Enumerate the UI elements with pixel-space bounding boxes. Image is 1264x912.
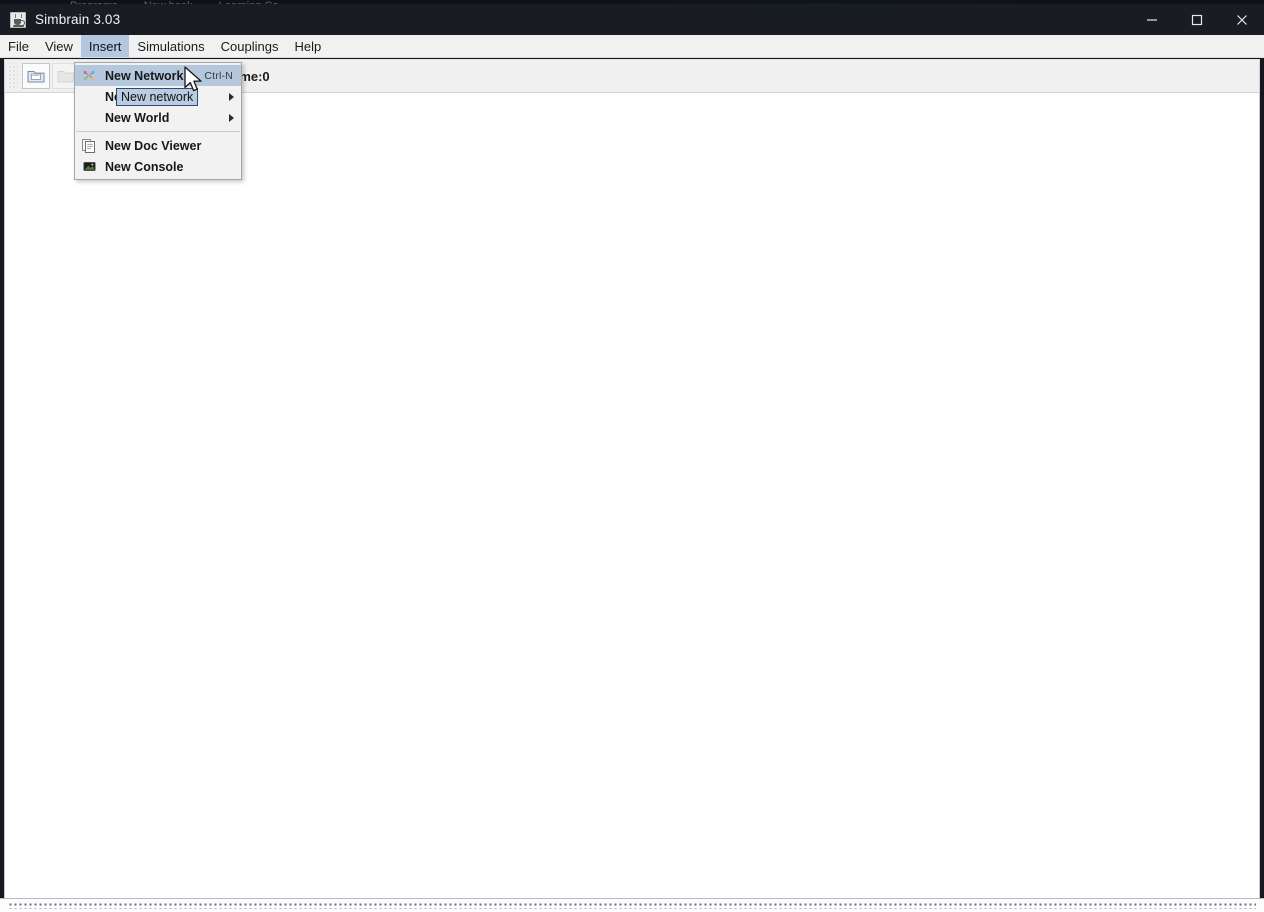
strip-texture	[8, 902, 1256, 909]
simbrain-window: Simbrain 3.03 File View Insert Simulatio…	[0, 4, 1264, 908]
java-coffee-cup-icon	[10, 11, 26, 28]
chevron-right-icon	[229, 92, 234, 101]
open-workspace-button[interactable]	[22, 63, 50, 89]
menu-file[interactable]: File	[0, 35, 37, 57]
menu-item-label: New Console	[105, 159, 184, 174]
document-icon	[81, 138, 97, 154]
blank-icon	[81, 89, 97, 105]
menu-bar: File View Insert Simulations Couplings H…	[0, 35, 1264, 58]
menu-item-new-network[interactable]: New Network Ctrl-N	[75, 65, 241, 86]
chevron-right-icon	[229, 113, 234, 122]
insert-dropdown-menu: New Network Ctrl-N Ne New World New Doc …	[74, 62, 242, 180]
window-title: Simbrain 3.03	[35, 12, 121, 27]
menu-simulations[interactable]: Simulations	[129, 35, 212, 57]
menu-item-label: New World	[105, 110, 170, 125]
menu-separator	[76, 131, 240, 132]
menu-couplings[interactable]: Couplings	[213, 35, 287, 57]
menu-item-new-doc-viewer[interactable]: New Doc Viewer	[75, 135, 241, 156]
maximize-icon[interactable]	[1174, 4, 1219, 35]
network-nodes-icon	[81, 68, 97, 84]
menu-item-label: New Doc Viewer	[105, 138, 202, 153]
toolbar-drag-handle[interactable]	[7, 63, 18, 89]
menu-view[interactable]: View	[37, 35, 81, 57]
desktop-bottom-strip	[0, 898, 1264, 912]
menu-item-new-console[interactable]: New Console	[75, 156, 241, 177]
close-icon[interactable]	[1219, 4, 1264, 35]
window-right-border	[1260, 58, 1264, 908]
title-bar[interactable]: Simbrain 3.03	[0, 4, 1264, 35]
minimize-icon[interactable]	[1129, 4, 1174, 35]
blank-icon	[81, 110, 97, 126]
menu-item-accelerator: Ctrl-N	[204, 69, 233, 82]
tooltip: New network	[116, 88, 199, 106]
menu-item-new-world[interactable]: New World	[75, 107, 241, 128]
menu-help[interactable]: Help	[286, 35, 329, 57]
window-controls	[1129, 4, 1264, 35]
menu-item-label: New Network	[105, 68, 184, 83]
console-screen-icon	[81, 159, 97, 175]
menu-insert[interactable]: Insert	[80, 35, 130, 57]
window-left-border	[0, 58, 4, 908]
workspace-canvas[interactable]	[4, 93, 1260, 899]
